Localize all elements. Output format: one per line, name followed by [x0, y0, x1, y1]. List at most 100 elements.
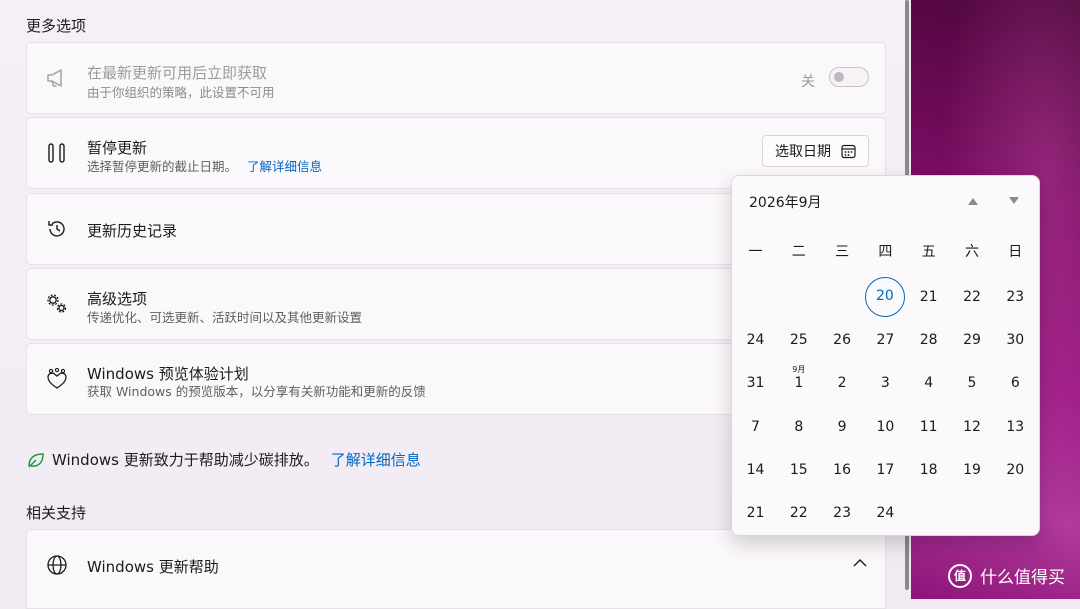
pause-icon [45, 141, 69, 165]
carbon-note: Windows 更新致力于帮助减少碳排放。 了解详细信息 [26, 449, 421, 470]
calendar-day[interactable]: 23 [821, 493, 864, 533]
calendar-day-number: 25 [789, 332, 808, 348]
calendar-day[interactable]: 13 [994, 407, 1037, 447]
pause-updates-desc-text: 选择暂停更新的截止日期。 [87, 159, 238, 174]
calendar-day-number: 20 [875, 288, 894, 304]
carbon-note-text: Windows 更新致力于帮助减少碳排放。 [52, 451, 319, 469]
gears-icon [45, 292, 69, 316]
pause-learn-more-link[interactable]: 了解详细信息 [247, 159, 322, 174]
chevron-up-icon[interactable] [853, 558, 867, 567]
calendar-icon [841, 144, 856, 158]
calendar-day-number: 11 [919, 419, 938, 435]
instant-updates-desc: 由于你组织的策略，此设置不可用 [87, 85, 275, 100]
calendar-day-number: 5 [967, 375, 977, 391]
calendar-day[interactable]: 23 [994, 277, 1037, 317]
pick-date-label: 选取日期 [775, 144, 831, 160]
calendar-weekday: 五 [921, 244, 936, 260]
calendar-day[interactable]: 9 [821, 407, 864, 447]
calendar-day[interactable]: 28 [907, 320, 950, 360]
carbon-learn-more-link[interactable]: 了解详细信息 [331, 449, 421, 470]
update-help-title: Windows 更新帮助 [87, 558, 219, 576]
pause-updates-title: 暂停更新 [87, 139, 148, 157]
calendar-weekday: 四 [878, 244, 893, 260]
watermark-text: 什么值得买 [980, 568, 1065, 588]
calendar-day-number: 21 [746, 505, 765, 521]
leaf-icon [28, 452, 44, 468]
calendar-day-number: 22 [789, 505, 808, 521]
calendar-day-number: 14 [746, 462, 765, 478]
calendar-day[interactable]: 14 [734, 450, 777, 490]
calendar-day-number: 2 [837, 375, 847, 391]
calendar-day[interactable]: 5 [951, 363, 994, 403]
calendar-day[interactable]: 17 [864, 450, 907, 490]
calendar-day-number: 24 [876, 505, 895, 521]
instant-updates-toggle [829, 67, 869, 87]
pick-date-button[interactable]: 选取日期 [762, 135, 869, 167]
calendar-day[interactable]: 20 [994, 450, 1037, 490]
calendar-day-number: 31 [746, 375, 765, 391]
calendar-day[interactable]: 26 [821, 320, 864, 360]
calendar-day[interactable]: 1 9月 [777, 363, 820, 403]
calendar-day[interactable]: 31 [734, 363, 777, 403]
watermark-logo-icon: 值 [948, 563, 972, 588]
calendar-day[interactable]: 12 [951, 407, 994, 447]
calendar-day-number: 21 [919, 289, 938, 305]
advanced-options-desc: 传递优化、可选更新、活跃时间以及其他更新设置 [87, 310, 363, 325]
calendar-day[interactable]: 29 [951, 320, 994, 360]
instant-updates-title: 在最新更新可用后立即获取 [87, 64, 268, 82]
calendar-day[interactable]: 10 [864, 407, 907, 447]
calendar-day[interactable]: 19 [951, 450, 994, 490]
calendar-day[interactable]: 21 [734, 493, 777, 533]
calendar-day[interactable]: 18 [907, 450, 950, 490]
calendar-day-number: 17 [876, 462, 895, 478]
calendar-day-number: 28 [919, 332, 938, 348]
calendar-day-number: 23 [833, 505, 851, 521]
calendar-weekday: 三 [835, 244, 850, 260]
calendar-day[interactable]: 25 [777, 320, 820, 360]
calendar-day-number: 10 [876, 419, 895, 435]
globe-icon [45, 553, 69, 577]
calendar-day[interactable]: 22 [951, 277, 994, 317]
calendar-day-number: 27 [876, 332, 895, 348]
calendar-day-number: 9 [837, 419, 847, 435]
calendar-day[interactable]: 30 [994, 320, 1037, 360]
calendar-day[interactable]: 8 [777, 407, 820, 447]
calendar-day-number: 29 [963, 332, 981, 348]
calendar-day-number: 18 [919, 462, 938, 478]
calendar-next-arrow-icon[interactable] [1008, 196, 1020, 206]
calendar-prev-arrow-icon[interactable] [967, 196, 979, 206]
calendar-day-number: 30 [1006, 332, 1025, 348]
calendar-day[interactable]: 24 [864, 493, 907, 533]
calendar-month-header[interactable]: 2026年9月 [749, 192, 822, 212]
calendar-day-number: 8 [794, 419, 804, 435]
calendar-day[interactable]: 4 [907, 363, 950, 403]
calendar-day[interactable]: 2 [821, 363, 864, 403]
calendar-day[interactable]: 11 [907, 407, 950, 447]
calendar-day-number: 22 [963, 289, 981, 305]
calendar-day-number: 4 [924, 375, 934, 391]
calendar-day[interactable]: 6 [994, 363, 1037, 403]
calendar-day[interactable]: 24 [734, 320, 777, 360]
calendar-day[interactable]: 21 [907, 277, 950, 317]
calendar-day-number: 15 [789, 462, 808, 478]
calendar-day[interactable]: 15 [777, 450, 820, 490]
watermark: 值 什么值得买 [948, 563, 1065, 588]
calendar-day[interactable]: 16 [821, 450, 864, 490]
calendar-day-number: 16 [833, 462, 851, 478]
calendar-day[interactable]: 27 [864, 320, 907, 360]
update-history-title: 更新历史记录 [87, 222, 178, 240]
update-help-card[interactable]: Windows 更新帮助 [26, 529, 886, 609]
calendar-weekday: 日 [1008, 244, 1023, 260]
calendar-month-tag: 9月 [792, 365, 806, 374]
calendar-day[interactable]: 3 [864, 363, 907, 403]
calendar-day-number: 20 [1006, 462, 1025, 478]
calendar-day-number: 1 [794, 375, 804, 391]
history-icon [45, 217, 69, 241]
calendar-day[interactable]: 22 [777, 493, 820, 533]
calendar-day[interactable]: 7 [734, 407, 777, 447]
calendar-day-number: 19 [963, 462, 981, 478]
calendar-day-number: 7 [751, 419, 760, 435]
calendar-weekday: 六 [965, 244, 979, 260]
calendar-day-today[interactable]: 20 [864, 277, 905, 317]
calendar-day-number: 12 [963, 419, 981, 435]
